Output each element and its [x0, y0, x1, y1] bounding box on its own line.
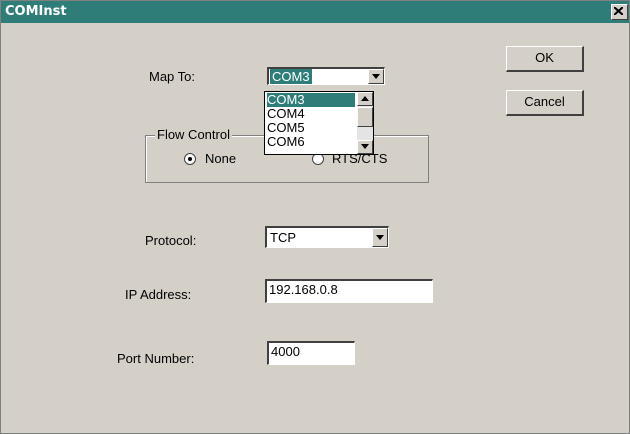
list-item-com5[interactable]: COM5 — [267, 121, 305, 135]
map-to-value: COM3 — [270, 69, 312, 84]
protocol-combo[interactable]: TCP — [265, 226, 389, 248]
map-to-dropdown-list[interactable]: COM3 COM4 COM5 COM6 — [264, 91, 374, 155]
cancel-button[interactable]: Cancel — [506, 90, 584, 116]
list-item-com4[interactable]: COM4 — [267, 107, 305, 121]
chevron-up-icon — [361, 96, 369, 101]
radio-none-label: None — [205, 151, 237, 166]
scroll-down-button[interactable] — [357, 140, 373, 154]
dropdown-scrollbar[interactable] — [357, 92, 373, 154]
map-to-combo[interactable]: COM3 — [267, 67, 385, 85]
ok-button[interactable]: OK — [506, 46, 584, 72]
chevron-down-icon — [361, 144, 369, 149]
flow-control-label: Flow Control — [155, 127, 232, 142]
list-item-com3[interactable]: COM3 — [267, 93, 355, 107]
ip-address-input[interactable]: 192.168.0.8 — [265, 279, 433, 303]
map-to-label: Map To: — [149, 69, 196, 84]
chevron-down-icon — [372, 74, 380, 79]
protocol-value: TCP — [270, 230, 296, 245]
port-number-label: Port Number: — [117, 351, 195, 366]
scroll-up-button[interactable] — [357, 92, 373, 106]
dialog-window: COMInst OK Cancel Map To: COM3 Flow Cont… — [0, 0, 630, 434]
scroll-thumb[interactable] — [357, 107, 373, 127]
close-icon — [614, 7, 623, 15]
protocol-label: Protocol: — [145, 233, 197, 248]
map-to-dropdown-button[interactable] — [368, 69, 384, 84]
title-bar[interactable]: COMInst — [1, 1, 629, 23]
port-number-input[interactable]: 4000 — [267, 341, 355, 365]
window-title: COMInst — [5, 4, 67, 19]
list-item-com6[interactable]: COM6 — [267, 135, 305, 149]
radio-checked-dot — [188, 157, 192, 161]
chevron-down-icon — [376, 235, 384, 240]
protocol-dropdown-button[interactable] — [372, 228, 388, 247]
radio-none[interactable] — [184, 153, 196, 165]
close-button[interactable] — [611, 4, 628, 20]
ip-address-label: IP Address: — [125, 287, 192, 302]
